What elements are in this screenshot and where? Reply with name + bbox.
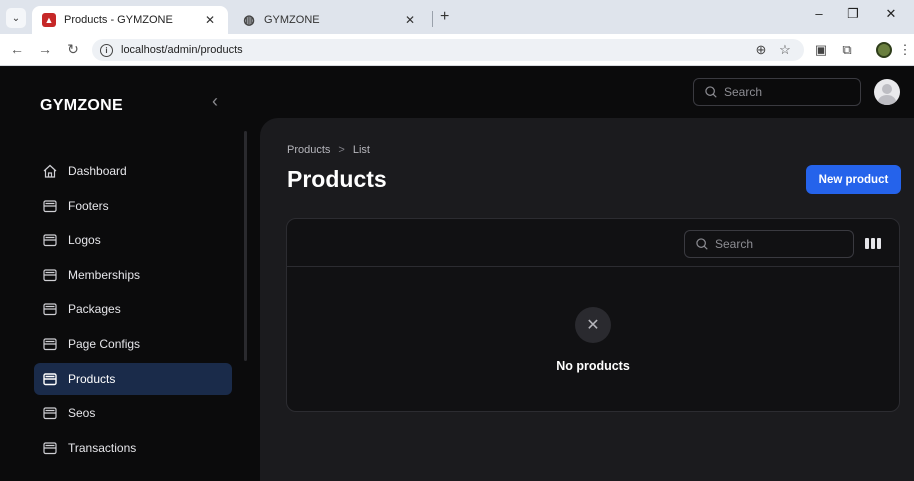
restore-button[interactable]: ❐ xyxy=(842,6,864,22)
minimize-button[interactable]: – xyxy=(808,6,830,21)
reload-icon[interactable]: ↻ xyxy=(64,41,82,58)
inbox-icon xyxy=(42,336,58,352)
address-bar-row: ← → ↻ i localhost/admin/products ⊕ ☆ ▣ ⧉… xyxy=(0,34,914,66)
sidebar-item-dashboard[interactable]: Dashboard xyxy=(34,155,232,187)
puzzle-icon[interactable]: ⧉ xyxy=(838,42,856,58)
sidebar-item-footers[interactable]: Footers xyxy=(34,190,232,222)
back-icon[interactable]: ← xyxy=(8,41,26,57)
browser-tab-gymzone[interactable]: ◍ GYMZONE ✕ xyxy=(232,6,428,34)
products-table: Search ✕ No products xyxy=(286,218,900,412)
chevron-left-icon[interactable]: ‹ xyxy=(212,91,218,112)
sidebar-item-products[interactable]: Products xyxy=(34,363,232,395)
table-search-input[interactable]: Search xyxy=(684,230,854,258)
url-field[interactable]: i localhost/admin/products xyxy=(92,39,804,61)
globe-icon: ◍ xyxy=(243,12,255,27)
search-icon xyxy=(705,86,717,98)
extension-icon[interactable]: ▣ xyxy=(812,42,830,58)
url-text: localhost/admin/products xyxy=(121,44,243,56)
sidebar-item-label: Seos xyxy=(68,406,96,420)
sidebar-item-label: Packages xyxy=(68,302,121,316)
brand-logo[interactable]: GYMZONE xyxy=(40,97,123,115)
site-info-icon[interactable]: i xyxy=(100,43,113,57)
browser-tab-bar: ⌄ ▲ Products - GYMZONE ✕ ◍ GYMZONE ✕ + –… xyxy=(0,0,914,34)
sidebar-item-label: Dashboard xyxy=(68,164,127,178)
zoom-icon[interactable]: ⊕ xyxy=(752,42,770,58)
sidebar-item-page-configs[interactable]: Page Configs xyxy=(34,328,232,360)
tab-list-button[interactable]: ⌄ xyxy=(6,8,26,28)
sidebar-item-packages[interactable]: Packages xyxy=(34,293,232,325)
sidebar-item-label: Transactions xyxy=(68,441,137,455)
sidebar-item-memberships[interactable]: Memberships xyxy=(34,259,232,291)
search-icon xyxy=(696,238,708,250)
inbox-icon xyxy=(42,198,58,214)
breadcrumb-separator: > xyxy=(338,144,345,156)
inbox-icon xyxy=(42,267,58,283)
new-product-button[interactable]: New product xyxy=(806,165,901,194)
table-toolbar: Search xyxy=(287,219,899,267)
user-avatar[interactable] xyxy=(874,79,900,105)
new-tab-button[interactable]: + xyxy=(440,8,449,26)
breadcrumb-item-products[interactable]: Products xyxy=(287,144,330,156)
page-title: Products xyxy=(287,166,387,192)
forward-icon[interactable]: → xyxy=(36,41,54,57)
inbox-icon xyxy=(42,405,58,421)
sidebar-item-label: Products xyxy=(68,372,116,386)
breadcrumb: Products > List xyxy=(287,144,370,156)
columns-toggle-icon[interactable] xyxy=(865,235,881,251)
empty-state-text: No products xyxy=(556,359,630,373)
app-shell: GYMZONE ‹ Dashboard Footers Logos Member… xyxy=(0,67,914,481)
breadcrumb-item-list: List xyxy=(352,144,370,156)
tab-close-icon[interactable]: ✕ xyxy=(402,13,418,27)
inbox-icon xyxy=(42,371,58,387)
inbox-icon xyxy=(42,301,58,317)
sidebar-item-seos[interactable]: Seos xyxy=(34,397,232,429)
browser-tab-products[interactable]: ▲ Products - GYMZONE ✕ xyxy=(32,6,228,34)
sidebar-item-label: Footers xyxy=(68,199,109,213)
menu-dots-icon[interactable]: ⋮ xyxy=(896,42,914,58)
global-search-input[interactable]: Search xyxy=(693,78,861,106)
search-placeholder: Search xyxy=(715,237,754,251)
browser-profile-avatar[interactable] xyxy=(876,42,892,58)
inbox-icon xyxy=(42,232,58,248)
sidebar: GYMZONE ‹ Dashboard Footers Logos Member… xyxy=(0,67,247,481)
home-icon xyxy=(42,163,58,179)
sidebar-item-label: Memberships xyxy=(68,268,141,282)
search-placeholder: Search xyxy=(724,85,763,99)
sidebar-item-logos[interactable]: Logos xyxy=(34,224,232,256)
gym-favicon: ▲ xyxy=(42,13,56,27)
close-window-button[interactable]: ✕ xyxy=(880,6,902,22)
bookmark-star-icon[interactable]: ☆ xyxy=(776,42,794,58)
inbox-icon xyxy=(42,440,58,456)
tab-title: Products - GYMZONE xyxy=(64,14,173,26)
sidebar-item-transactions[interactable]: Transactions xyxy=(34,432,232,464)
sidebar-item-label: Page Configs xyxy=(68,337,141,351)
main-content: Products > List Products New product Sea… xyxy=(260,118,914,481)
sidebar-item-label: Logos xyxy=(68,233,101,247)
x-icon: ✕ xyxy=(575,307,611,343)
tab-title: GYMZONE xyxy=(264,14,320,26)
tab-close-icon[interactable]: ✕ xyxy=(202,13,218,27)
tab-separator xyxy=(432,11,433,27)
sidebar-scrollbar[interactable] xyxy=(244,131,247,361)
